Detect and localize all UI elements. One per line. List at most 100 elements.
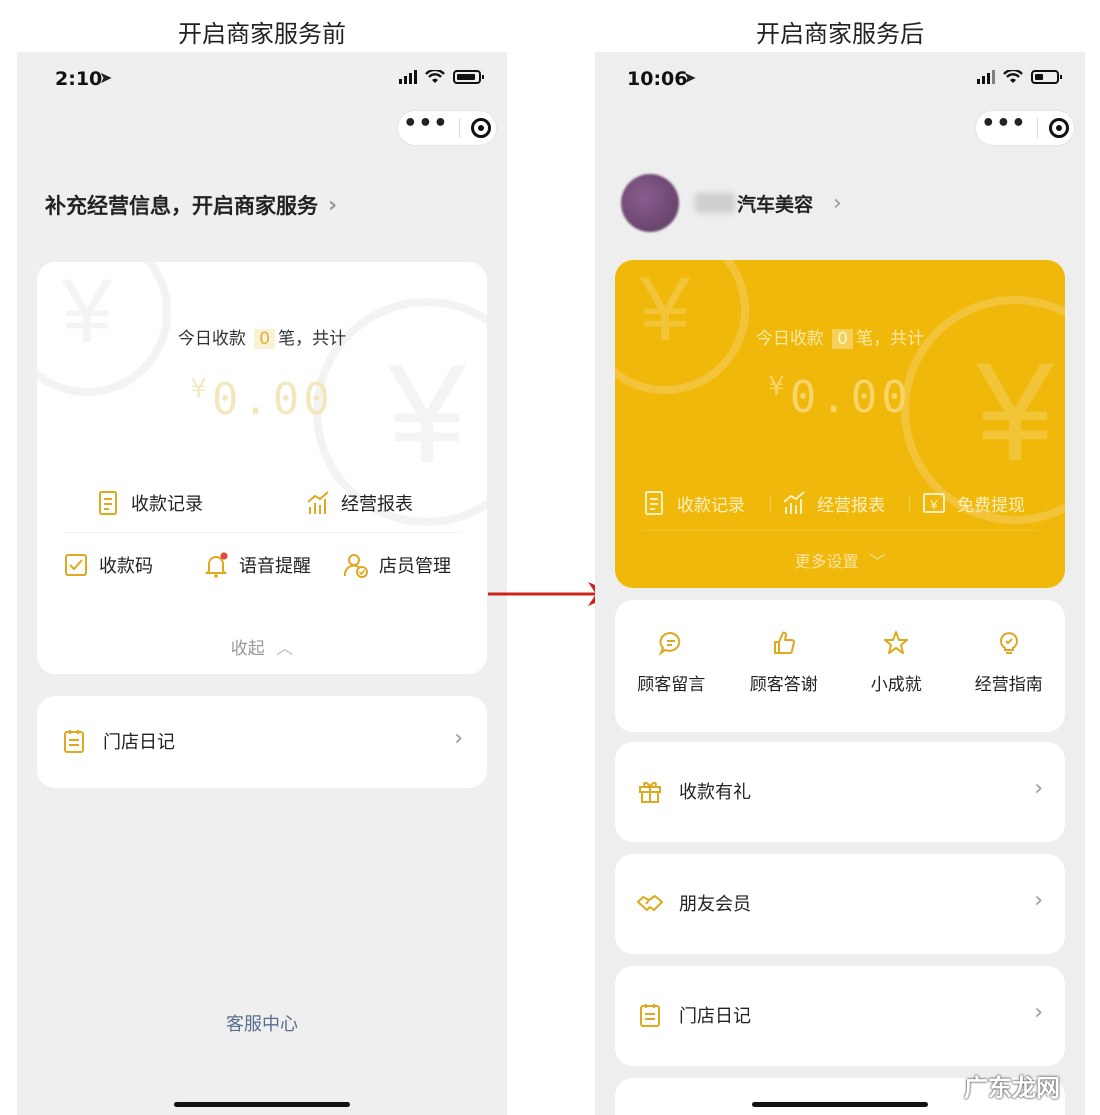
more-dots-icon[interactable]: ••• (981, 113, 1026, 135)
document-icon (645, 491, 663, 515)
collapse-label: 收起 (230, 639, 265, 659)
store-diary-label: 门店日记 (103, 732, 175, 753)
svg-text:¥: ¥ (929, 497, 938, 512)
phone-before: 2:10 ➤ ••• 补充经营信息，开启商家服务 › ¥ ¥ 今日收款 0 笔，共… (17, 52, 507, 1115)
location-icon: ➤ (683, 68, 697, 87)
avatar (621, 174, 679, 232)
currency-symbol: ¥ (190, 374, 207, 404)
today-summary: 今日收款 0 笔，共计 (615, 324, 1065, 349)
status-bar: 2:10 ➤ (17, 66, 507, 92)
menu-business-report[interactable]: 经营报表 (305, 490, 413, 516)
action-collection-records[interactable]: 收款记录 (641, 490, 745, 516)
list-item-entry: 朋友会员 (637, 890, 751, 916)
shop-name: 汽车美容 (695, 190, 813, 217)
more-dots-icon[interactable]: ••• (403, 113, 448, 135)
signal-icon (977, 70, 995, 84)
menu-label: 语音提醒 (239, 556, 311, 577)
store-diary-entry: 门店日记 (61, 728, 175, 754)
amount-value: 0.00 (789, 372, 912, 423)
more-settings-toggle[interactable]: 更多设置 ﹀ (615, 548, 1065, 572)
feature-customer-thanks[interactable]: 顾客答谢 (732, 630, 836, 695)
withdraw-icon: ¥ (923, 493, 945, 513)
wifi-icon (425, 70, 445, 83)
status-bar: 10:06 ➤ (595, 66, 1085, 92)
service-center-link[interactable]: 客服中心 (17, 1010, 507, 1036)
amount-value: 0.00 (211, 374, 334, 425)
list-item-store-diary[interactable]: 门店日记 › (615, 966, 1065, 1066)
phone-after: 10:06 ➤ ••• 汽车美容 › ¥ ¥ 今日收款 0 笔，共计 ¥ 0.00 (595, 52, 1085, 1115)
chart-growth-icon (307, 491, 329, 514)
feature-customer-messages[interactable]: 顾客留言 (619, 630, 723, 695)
mini-program-capsule: ••• (397, 110, 497, 146)
action-label: 收款记录 (677, 495, 745, 516)
chevron-right-icon: › (328, 192, 338, 218)
list-item-collection-gift[interactable]: 收款有礼 › (615, 742, 1065, 842)
amount-display: ¥ 0.00 (37, 374, 487, 425)
notepad-icon (640, 1004, 660, 1027)
location-icon: ➤ (99, 68, 113, 87)
merchant-banner[interactable]: 补充经营信息，开启商家服务 › (45, 190, 337, 220)
feature-row: 顾客留言 顾客答谢 小成就 经营指南 (615, 630, 1065, 695)
feature-label: 小成就 (870, 675, 922, 695)
chevron-right-icon: › (833, 190, 842, 216)
lightbulb-icon (999, 632, 1018, 654)
menu-voice-alert[interactable]: 语音提醒 (203, 552, 311, 578)
today-suffix: 笔，共计 (856, 329, 925, 349)
shop-name-text: 汽车美容 (737, 193, 814, 216)
feature-business-guide[interactable]: 经营指南 (957, 630, 1061, 695)
list-item-entry: 收款有礼 (637, 778, 751, 804)
status-time: 2:10 (55, 68, 103, 90)
chevron-right-icon: › (1034, 1000, 1043, 1025)
menu-staff-management[interactable]: 店员管理 (343, 552, 451, 578)
collection-card: ¥ ¥ 今日收款 0 笔，共计 ¥ 0.00 收款记录 经营报表 收款码 语音提醒 (37, 262, 487, 674)
notepad-icon (64, 730, 84, 753)
caption-after: 开启商家服务后 (756, 20, 924, 48)
feature-achievements[interactable]: 小成就 (844, 630, 948, 695)
today-label: 今日收款 (177, 329, 246, 349)
today-count: 0 (832, 329, 854, 349)
menu-collection-records[interactable]: 收款记录 (95, 490, 203, 516)
store-diary-row[interactable]: 门店日记 › (37, 696, 487, 788)
capsule-divider (459, 118, 461, 138)
watermark-text: 广东龙网 (964, 1074, 1060, 1102)
chat-bubble-icon (658, 632, 681, 656)
menu-payment-code[interactable]: 收款码 (63, 552, 153, 578)
mini-program-capsule: ••• (975, 110, 1075, 146)
collapse-toggle[interactable]: 收起 ︿ (37, 634, 487, 659)
action-label: 免费提现 (957, 495, 1025, 516)
feature-grid: 顾客留言 顾客答谢 小成就 经营指南 (615, 600, 1065, 732)
menu-label: 店员管理 (379, 556, 451, 577)
staff-icon (343, 554, 368, 578)
list-item-friend-members[interactable]: 朋友会员 › (615, 854, 1065, 954)
today-suffix: 笔，共计 (278, 329, 347, 349)
collection-card: ¥ ¥ 今日收款 0 笔，共计 ¥ 0.00 收款记录 经营报表 ¥ 免费提现 更… (615, 260, 1065, 588)
list-item-label: 朋友会员 (679, 894, 751, 915)
chevron-right-icon: › (454, 726, 463, 751)
close-target-icon[interactable] (1048, 118, 1069, 138)
shop-header[interactable]: 汽车美容 › (621, 174, 842, 232)
status-time: 10:06 (627, 68, 688, 90)
home-indicator (174, 1102, 350, 1107)
blurred-name (695, 193, 735, 213)
close-target-icon[interactable] (470, 118, 491, 138)
amount-display: ¥ 0.00 (615, 372, 1065, 423)
chevron-up-icon: ︿ (276, 639, 294, 659)
chart-growth-icon (783, 491, 805, 514)
caption-before: 开启商家服务前 (178, 20, 346, 48)
action-label: 经营报表 (817, 495, 885, 516)
divider (909, 494, 910, 514)
list-item-label: 收款有礼 (679, 782, 751, 803)
menu-label: 经营报表 (341, 494, 413, 515)
chevron-down-icon: ﹀ (869, 552, 886, 571)
divider (63, 532, 461, 533)
gift-icon (639, 781, 661, 803)
checkbox-icon (65, 554, 87, 576)
feature-label: 顾客答谢 (749, 675, 818, 695)
divider (641, 530, 1039, 531)
action-business-report[interactable]: 经营报表 (781, 490, 885, 516)
today-summary: 今日收款 0 笔，共计 (37, 324, 487, 349)
feature-label: 经营指南 (974, 675, 1043, 695)
list-item-label: 门店日记 (679, 1006, 751, 1027)
action-free-withdraw[interactable]: ¥ 免费提现 (921, 490, 1025, 516)
chevron-right-icon: › (1034, 776, 1043, 801)
